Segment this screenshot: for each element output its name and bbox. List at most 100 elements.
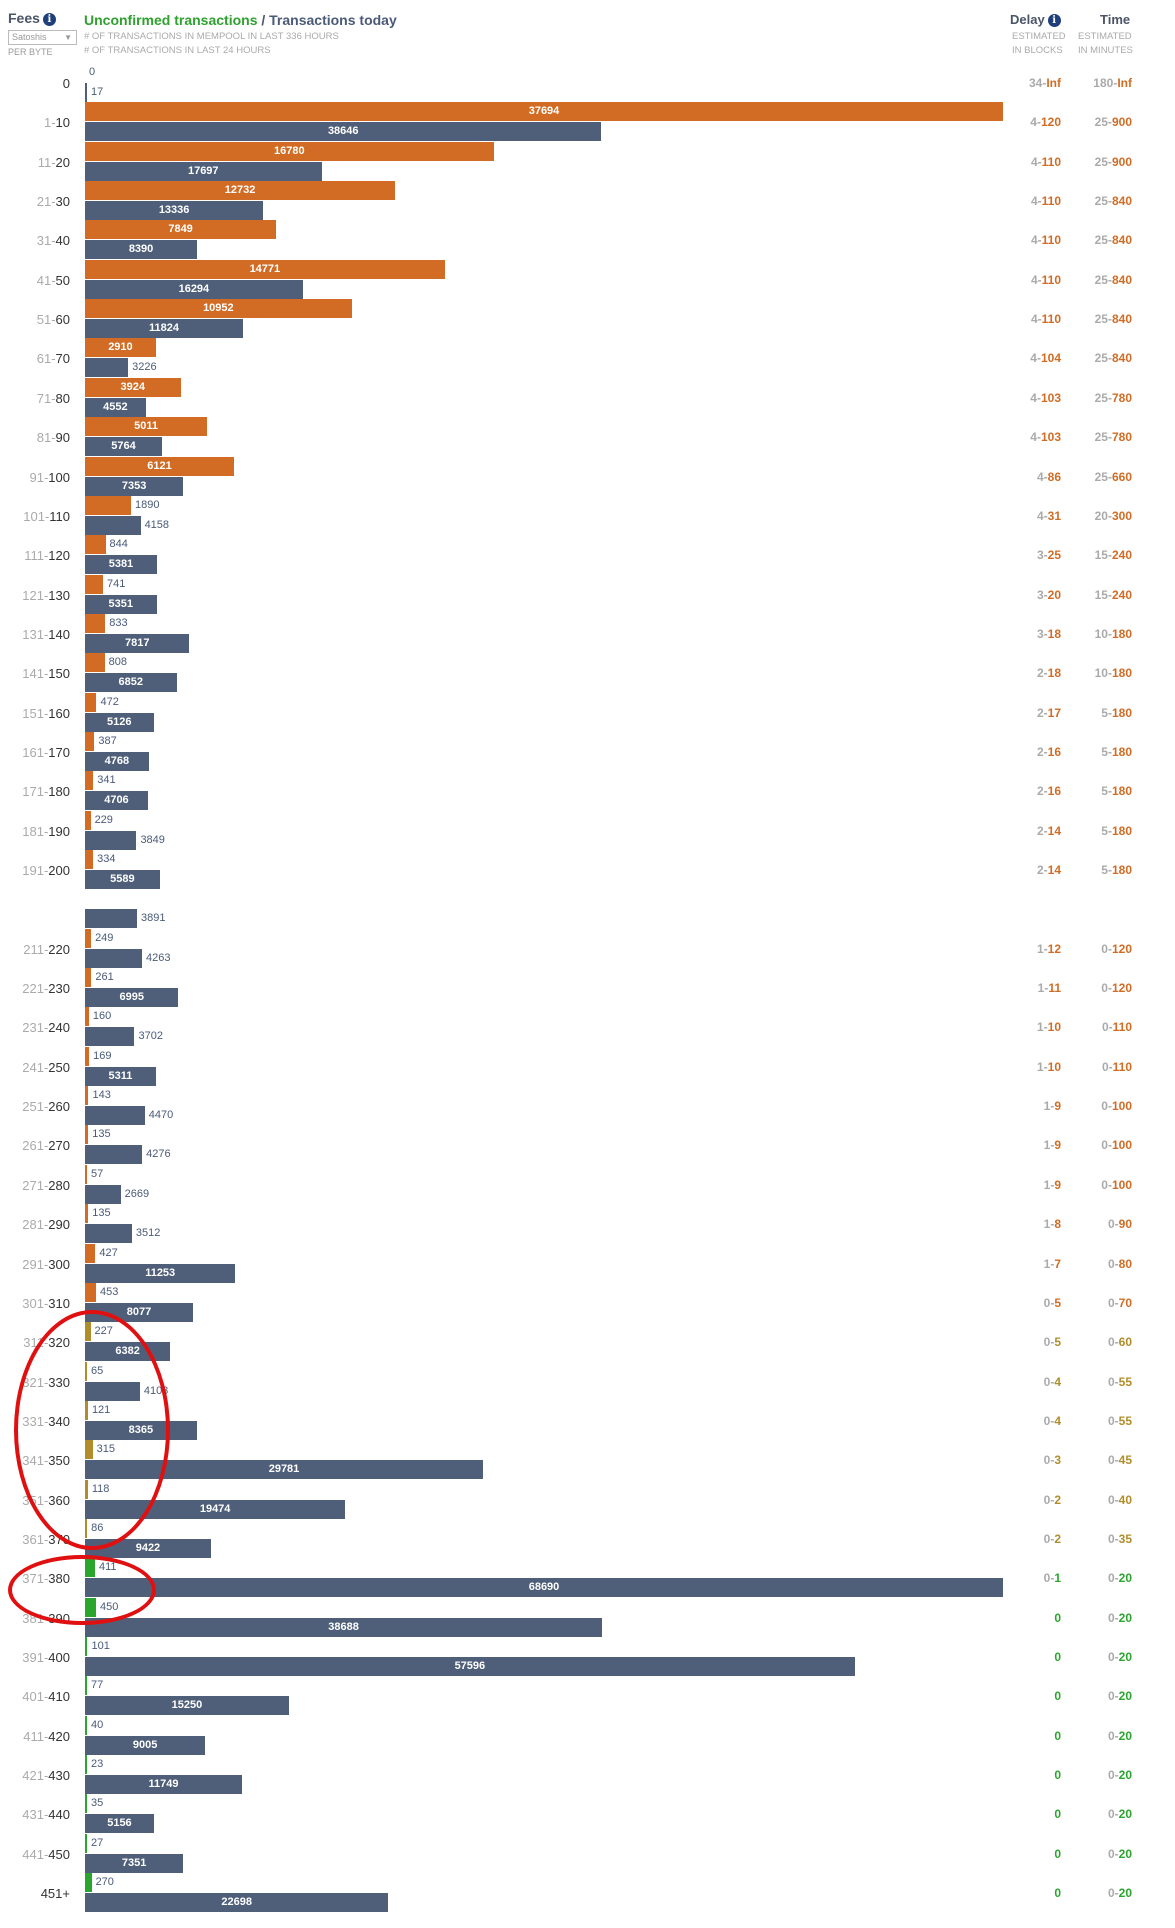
unconfirmed-bar-value: 6121 <box>147 459 172 472</box>
today-bar[interactable] <box>85 1106 145 1126</box>
fee-range-low: 71- <box>36 390 56 406</box>
unconfirmed-bar[interactable] <box>85 1086 89 1106</box>
unconfirmed-bar[interactable] <box>85 968 92 988</box>
unconfirmed-bar[interactable] <box>85 1833 87 1853</box>
today-bar-value: 7351 <box>121 1856 147 1869</box>
delay-high: Inf <box>1046 76 1061 90</box>
unconfirmed-bar-value: 101 <box>91 1640 110 1652</box>
delay-high: 8 <box>1054 1217 1061 1232</box>
table-row: 91-100 6121 7353 4-86 25-660 <box>0 456 1175 496</box>
unconfirmed-bar-value: 334 <box>97 853 116 865</box>
unconfirmed-bar-value: 169 <box>93 1049 112 1062</box>
unconfirmed-bar[interactable] <box>85 928 92 948</box>
unconfirmed-bar[interactable] <box>85 1794 87 1814</box>
info-icon[interactable]: i <box>42 13 56 26</box>
annotation-ellipse <box>14 1310 170 1550</box>
unconfirmed-bar[interactable] <box>85 1637 88 1656</box>
info-icon[interactable]: i <box>1047 14 1061 27</box>
unconfirmed-bar[interactable] <box>85 613 106 633</box>
delay-high: 11 <box>1048 981 1061 996</box>
fee-range-high: 30 <box>55 194 70 210</box>
delay-low: 3- <box>1036 548 1048 563</box>
fee-range-high: 300 <box>48 1256 70 1272</box>
delay-low: 4- <box>1030 194 1042 209</box>
unconfirmed-bar[interactable] <box>85 850 94 869</box>
time-high: 20 <box>1118 1571 1132 1586</box>
delay-high: 3 <box>1054 1453 1061 1468</box>
fee-range-low: 61- <box>36 351 56 367</box>
fee-range-high: 280 <box>48 1177 70 1193</box>
today-bar-value: 11253 <box>145 1266 176 1279</box>
unconfirmed-bar[interactable] <box>85 810 91 830</box>
today-bar[interactable] <box>85 830 137 850</box>
time-estimate: 10-180 <box>1095 666 1132 680</box>
unconfirmed-bar[interactable] <box>85 1125 89 1145</box>
time-estimate: 25-780 <box>1095 430 1132 444</box>
unconfirmed-bar[interactable] <box>85 1755 87 1775</box>
unconfirmed-bar-value: 3924 <box>120 380 146 393</box>
table-row: 381-390 450 38688 0 0-20 <box>0 1597 1175 1637</box>
unconfirmed-bar[interactable] <box>85 1873 92 1893</box>
fee-range-high: 270 <box>48 1138 70 1154</box>
delay-high: 14 <box>1047 863 1061 877</box>
today-bar[interactable] <box>85 358 129 378</box>
unconfirmed-bar[interactable] <box>85 1164 87 1184</box>
time-high: 20 <box>1118 1768 1132 1783</box>
today-bar[interactable] <box>85 1145 143 1165</box>
time-estimate: 15-240 <box>1095 588 1132 602</box>
fee-range-low: 41- <box>36 272 56 288</box>
today-bar-value: 2669 <box>124 1187 150 1200</box>
unconfirmed-bar[interactable] <box>85 1715 87 1735</box>
time-low: 0- <box>1107 1492 1119 1507</box>
table-row: 131-140 833 7817 3-18 10-180 <box>0 613 1175 653</box>
delay-estimate: 2-18 <box>1037 666 1061 680</box>
today-bar[interactable] <box>85 1184 121 1204</box>
delay-high: 1 <box>1054 1571 1061 1586</box>
fee-range-high: 60 <box>55 312 70 328</box>
today-bar[interactable] <box>85 1224 132 1244</box>
today-bar[interactable] <box>85 948 142 968</box>
unconfirmed-bar[interactable] <box>85 535 106 555</box>
fee-range-label: 231-240 <box>22 1020 70 1035</box>
delay-high: 103 <box>1040 430 1061 445</box>
time-low: 0- <box>1101 981 1112 996</box>
unconfirmed-bar[interactable] <box>85 653 105 673</box>
time-low: 0- <box>1107 1768 1119 1783</box>
fee-range-low: 221- <box>22 981 49 997</box>
today-bar[interactable] <box>85 515 141 535</box>
time-estimate: 0-100 <box>1101 1178 1132 1192</box>
time-low: 25- <box>1094 115 1112 130</box>
today-bar-value: 5764 <box>111 440 136 453</box>
unconfirmed-bar[interactable] <box>85 1676 87 1696</box>
unconfirmed-bar[interactable] <box>85 1204 89 1224</box>
table-row: 11-20 16780 17697 4-110 25-900 <box>0 141 1175 181</box>
unconfirmed-bar[interactable] <box>85 692 97 712</box>
today-bar[interactable] <box>85 83 87 102</box>
delay-low: 2- <box>1036 744 1048 759</box>
unconfirmed-bar-value: 1890 <box>135 498 160 511</box>
table-row: 431-440 35 5156 0 0-20 <box>0 1794 1175 1834</box>
time-high: 35 <box>1118 1531 1132 1546</box>
unconfirmed-bar[interactable] <box>85 574 104 594</box>
fee-range-high: 130 <box>48 587 70 603</box>
table-row: 191-200 334 5589 2-14 5-180 <box>0 850 1175 889</box>
delay-low: 4- <box>1030 115 1041 130</box>
today-bar[interactable] <box>85 1027 135 1047</box>
delay-estimate: 2-16 <box>1037 784 1061 798</box>
unconfirmed-bar[interactable] <box>85 1007 89 1027</box>
delay-high: 86 <box>1047 469 1061 484</box>
delay-low: 0- <box>1043 1374 1055 1389</box>
time-high: Inf <box>1117 76 1132 90</box>
unconfirmed-bar[interactable] <box>85 1243 96 1263</box>
unconfirmed-bar[interactable] <box>85 731 95 751</box>
unconfirmed-bar[interactable] <box>85 771 94 791</box>
today-bar[interactable] <box>85 909 137 929</box>
unconfirmed-bar[interactable] <box>85 1046 90 1066</box>
delay-high: 4 <box>1054 1413 1061 1428</box>
unconfirmed-bar[interactable] <box>85 1282 97 1302</box>
time-title: Time <box>1100 12 1131 27</box>
unconfirmed-bar[interactable] <box>85 495 132 515</box>
today-bar-value: 13336 <box>158 204 190 217</box>
fee-range-high: 120 <box>48 548 70 564</box>
unit-select[interactable]: Satoshis ▼ <box>8 30 77 45</box>
